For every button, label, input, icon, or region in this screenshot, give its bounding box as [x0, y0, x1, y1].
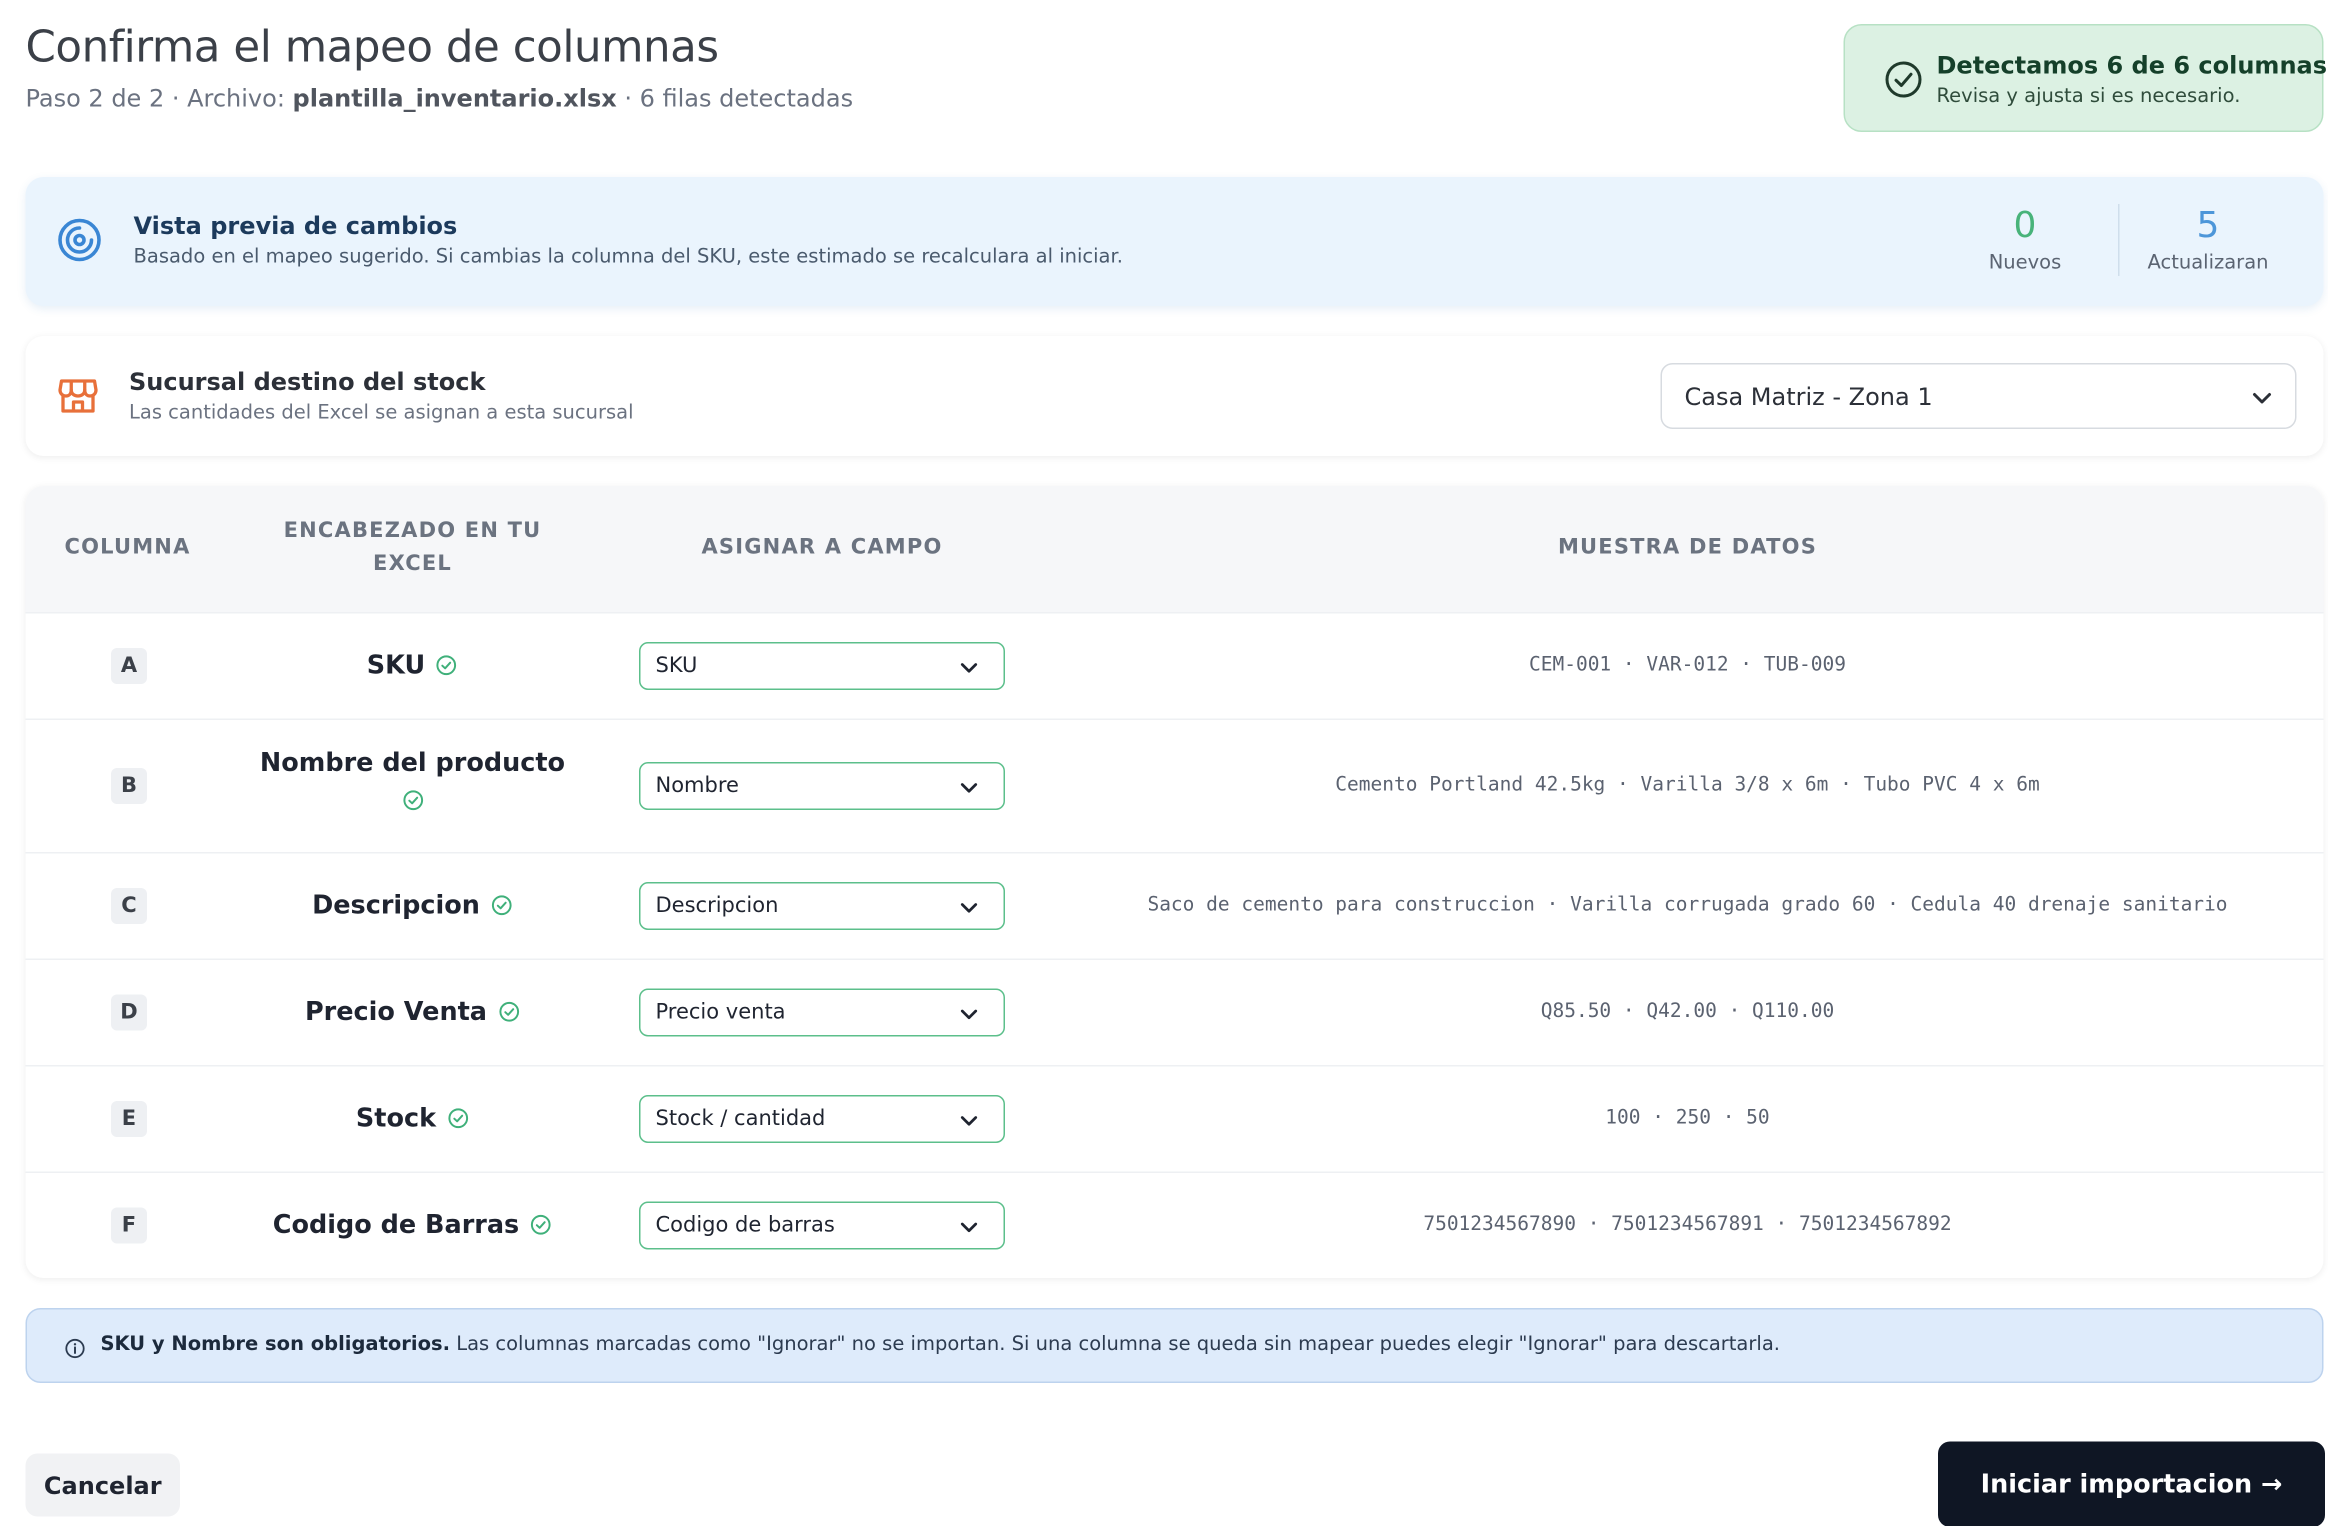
info-text: SKU y Nombre son obligatorios. Las colum…	[101, 1334, 1780, 1357]
store-icon	[58, 379, 98, 413]
subtitle-step: Paso 2 de 2 · Archivo:	[25, 84, 285, 113]
branch-subtitle: Las cantidades del Excel se asignan a es…	[129, 402, 634, 425]
excel-header-name: SKU	[258, 647, 567, 686]
field-select[interactable]: Descripcion	[639, 882, 1005, 930]
excel-header-name: Nombre del producto	[258, 744, 567, 812]
column-header-excel: ENCABEZADO EN TU EXCEL	[283, 519, 542, 576]
chevron-down-icon	[960, 1222, 978, 1233]
updated-items-label: Actualizaran	[2147, 252, 2269, 275]
table-row: A SKU SKU CEM-001 · VAR-012 · TUB-009	[25, 612, 2324, 719]
data-sample: Saco de cemento para construccion · Vari…	[1147, 894, 2228, 917]
column-letter: D	[111, 994, 147, 1031]
excel-header-name: Descripcion	[258, 887, 567, 926]
start-import-button[interactable]: Iniciar importacion →	[1938, 1441, 2325, 1526]
column-letter: B	[111, 768, 147, 804]
subtitle-file-name: plantilla_inventario.xlsx	[292, 84, 617, 113]
table-row: F Codigo de Barras Codigo de barras 7501…	[25, 1171, 2324, 1279]
column-letter: E	[111, 1101, 147, 1137]
check-circle-icon	[437, 655, 457, 676]
check-circle-icon	[498, 1001, 519, 1022]
excel-header-text: SKU	[366, 651, 426, 681]
field-select[interactable]: Codigo de barras	[639, 1201, 1005, 1250]
check-circle-icon	[531, 1214, 551, 1235]
preview-changes-card: Vista previa de cambios Basado en el map…	[25, 177, 2324, 306]
branch-select-value: Casa Matriz - Zona 1	[1684, 382, 1933, 412]
field-select-value: SKU	[655, 654, 698, 678]
table-row: D Precio Venta Precio venta Q85.50 · Q42…	[25, 958, 2324, 1066]
excel-header-name: Codigo de Barras	[258, 1206, 567, 1245]
chevron-down-icon	[960, 1116, 978, 1126]
table-row: B Nombre del producto Nombre Cemento Por…	[25, 718, 2324, 853]
column-header-sample: MUESTRA DE DATOS	[1557, 535, 1818, 560]
detection-title: Detectamos 6 de 6 columnas	[1936, 51, 2328, 80]
info-icon	[65, 1338, 85, 1359]
field-select[interactable]: Stock / cantidad	[639, 1095, 1005, 1143]
field-select-value: Nombre	[655, 774, 739, 798]
updated-items-count: 5	[2196, 204, 2220, 246]
excel-header-text: Codigo de Barras	[272, 1210, 520, 1241]
target-branch-card: Sucursal destino del stock Las cantidade…	[25, 336, 2324, 456]
page-title: Confirma el mapeo de columnas	[25, 21, 720, 72]
field-select-value: Stock / cantidad	[655, 1107, 826, 1131]
table-row: E Stock Stock / cantidad 100 · 250 · 50	[25, 1065, 2324, 1172]
excel-header-text: Stock	[355, 1104, 437, 1134]
field-select[interactable]: Precio venta	[639, 988, 1005, 1037]
branch-title: Sucursal destino del stock	[129, 367, 486, 397]
data-sample: Cemento Portland 42.5kg · Varilla 3/8 x …	[1335, 774, 2040, 797]
data-sample: 7501234567890 · 7501234567891 · 75012345…	[1423, 1213, 1952, 1237]
column-letter: C	[111, 888, 147, 924]
preview-title: Vista previa de cambios	[133, 211, 458, 241]
data-sample: Q85.50 · Q42.00 · Q110.00	[1540, 1000, 1835, 1024]
page-subtitle: Paso 2 de 2 · Archivo: plantilla_inventa…	[26, 84, 854, 113]
check-circle-icon	[447, 1108, 468, 1129]
field-select[interactable]: Nombre	[639, 762, 1005, 810]
check-circle-icon	[491, 895, 512, 916]
data-sample: CEM-001 · VAR-012 · TUB-009	[1528, 654, 1846, 677]
detection-status-card: Detectamos 6 de 6 columnas Revisa y ajus…	[1843, 24, 2327, 132]
column-header-field: ASIGNAR A CAMPO	[701, 535, 943, 560]
field-select[interactable]: SKU	[639, 642, 1005, 690]
excel-header-text: Precio Venta	[304, 997, 488, 1028]
info-banner: SKU y Nombre son obligatorios. Las colum…	[25, 1308, 2324, 1383]
column-mapping-table: COLUMNA ENCABEZADO EN TU EXCEL ASIGNAR A…	[25, 486, 2324, 1279]
detection-subtitle: Revisa y ajusta si es necesario.	[1936, 85, 2241, 109]
excel-header-name: Precio Venta	[258, 993, 567, 1032]
subtitle-row-count: · 6 filas detectadas	[624, 84, 854, 113]
chevron-down-icon	[960, 1009, 978, 1020]
column-header-letter: COLUMNA	[64, 535, 191, 560]
excel-header-text: Descripcion	[312, 891, 480, 921]
table-row: C Descripcion Descripcion Saco de cement…	[25, 852, 2324, 959]
field-select-value: Codigo de barras	[655, 1213, 835, 1238]
cancel-button[interactable]: Cancelar	[25, 1453, 180, 1517]
table-header: COLUMNA ENCABEZADO EN TU EXCEL ASIGNAR A…	[25, 486, 2324, 612]
column-letter: F	[111, 1207, 147, 1244]
excel-header-text: Nombre del producto	[259, 748, 566, 779]
updated-items-stat: 5 Actualizaran	[2126, 204, 2291, 275]
check-circle-icon	[402, 790, 423, 811]
chevron-down-icon	[960, 903, 978, 913]
field-select-value: Descripcion	[655, 894, 779, 918]
gauge-icon	[58, 218, 101, 262]
data-sample: 100 · 250 · 50	[1605, 1107, 1770, 1130]
branch-select[interactable]: Casa Matriz - Zona 1	[1660, 363, 2297, 429]
excel-header-name: Stock	[258, 1100, 567, 1139]
stat-divider	[2118, 204, 2120, 276]
chevron-down-icon	[960, 783, 978, 793]
column-letter: A	[111, 648, 147, 684]
import-mapping-page: Confirma el mapeo de columnas Paso 2 de …	[0, 0, 2328, 1526]
info-text-bold: SKU y Nombre son obligatorios.	[100, 1333, 451, 1357]
chevron-down-icon	[2253, 393, 2271, 404]
check-circle-icon	[1885, 61, 1922, 98]
chevron-down-icon	[960, 663, 978, 673]
info-text-body: Las columnas marcadas como "Ignorar" no …	[450, 1333, 1780, 1357]
new-items-count: 0	[2013, 204, 2037, 246]
field-select-value: Precio venta	[655, 1000, 786, 1025]
preview-subtitle: Basado en el mapeo sugerido. Si cambias …	[133, 246, 1123, 269]
new-items-stat: 0 Nuevos	[1943, 204, 2108, 275]
new-items-label: Nuevos	[1988, 252, 2062, 275]
